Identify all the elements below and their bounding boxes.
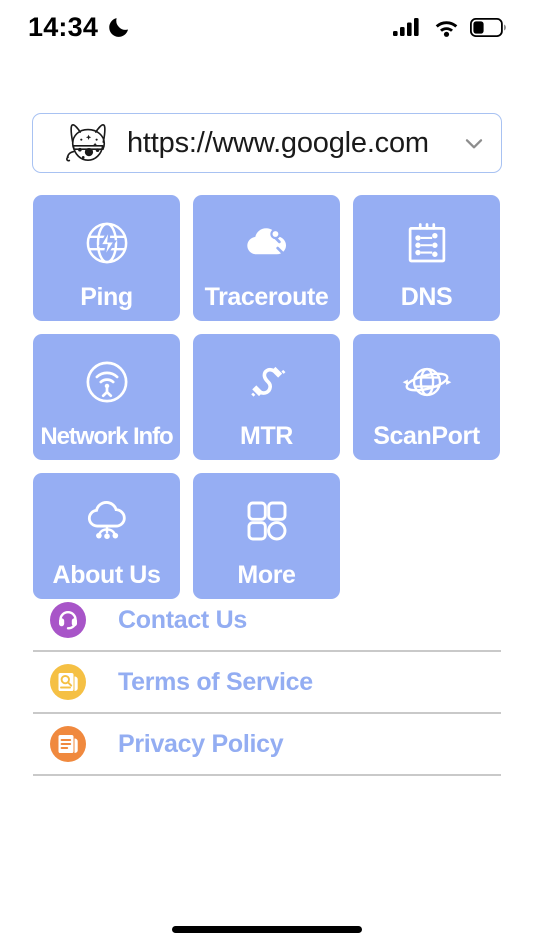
cloud-nodes-icon	[87, 501, 126, 539]
url-bar[interactable]: https://www.google.com	[32, 113, 502, 173]
battery-icon	[470, 17, 506, 37]
tile-label: ScanPort	[373, 422, 480, 450]
tile-label: About Us	[52, 561, 161, 589]
wifi-circle-icon	[86, 361, 127, 403]
status-bar-left: 14:34	[28, 12, 131, 43]
tile-network-info[interactable]: Network Info	[33, 334, 180, 460]
feature-grid: Ping Traceroute DNS Network Info MTR Sca…	[33, 195, 501, 599]
tile-mtr[interactable]: MTR	[193, 334, 340, 460]
link-label: Contact Us	[118, 605, 247, 634]
tile-traceroute[interactable]: Traceroute	[193, 195, 340, 321]
cellular-signal-icon	[393, 18, 419, 36]
link-terms-of-service[interactable]: Terms of Service	[33, 652, 501, 714]
globe-arrow-icon	[402, 367, 451, 397]
link-privacy-policy[interactable]: Privacy Policy	[33, 714, 501, 776]
tile-label: Traceroute	[204, 283, 329, 311]
link-label: Privacy Policy	[118, 729, 284, 758]
chevron-down-icon[interactable]	[461, 130, 487, 156]
grid-more-icon	[247, 501, 286, 541]
links-list: Contact Us Terms of Service Privacy Poli…	[33, 590, 501, 776]
url-input[interactable]: https://www.google.com	[127, 127, 455, 160]
link-contact-us[interactable]: Contact Us	[33, 590, 501, 652]
crescent-moon-icon	[109, 18, 129, 37]
headset-support-icon	[50, 602, 86, 638]
globe-lightning-icon	[86, 222, 127, 264]
document-search-icon	[50, 664, 86, 700]
tile-label: More	[237, 561, 296, 589]
status-bar-right	[393, 16, 506, 38]
clipboard-nodes-icon	[408, 223, 445, 263]
tile-dns[interactable]: DNS	[353, 195, 500, 321]
link-label: Terms of Service	[118, 667, 313, 696]
app-screen: 14:34 https://www.google.com Ping Tracer…	[0, 0, 534, 950]
tile-label: DNS	[400, 283, 453, 311]
status-time: 14:34	[28, 11, 99, 42]
tile-about-us[interactable]: About Us	[33, 473, 180, 599]
status-bar: 14:34	[0, 0, 534, 54]
tile-label: Ping	[80, 283, 133, 311]
tile-ping[interactable]: Ping	[33, 195, 180, 321]
tile-scanport[interactable]: ScanPort	[353, 334, 500, 460]
cat-mascot-icon	[66, 124, 106, 162]
home-indicator[interactable]	[172, 926, 362, 933]
tile-label: MTR	[240, 422, 293, 450]
cable-plug-icon	[250, 366, 285, 397]
cloud-route-icon	[246, 228, 286, 255]
tile-more[interactable]: More	[193, 473, 340, 599]
wifi-icon	[435, 21, 458, 37]
document-lines-icon	[50, 726, 86, 762]
tile-label: Network Info	[40, 423, 173, 450]
